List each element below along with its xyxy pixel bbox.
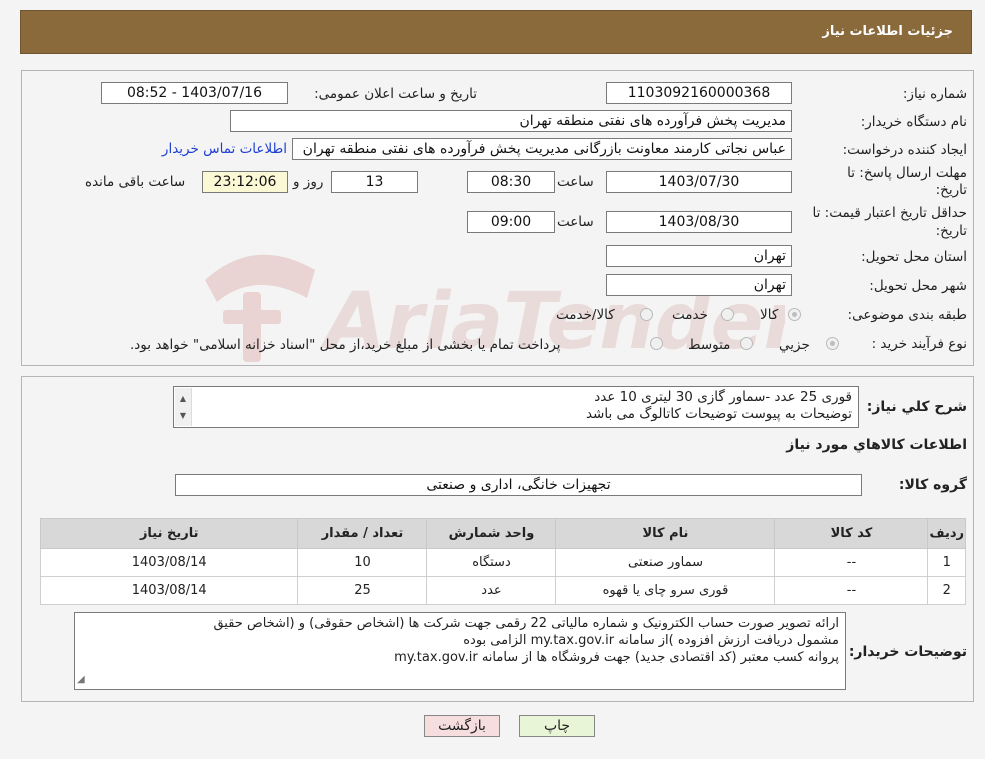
need-number-field[interactable]: 1103092160000368 [606,82,792,104]
summary-textarea[interactable]: قوری 25 عدد -سماور گازی 30 لیتری 10 عدد … [173,386,859,428]
deadline-time-field[interactable]: 08:30 [467,171,555,193]
cell-unit: عدد [426,576,557,605]
deadline-label-date: تاریخ: [935,182,967,198]
th-unit: واحد شمارش [426,518,557,549]
announce-datetime-field[interactable]: 1403/07/16 - 08:52 [101,82,288,104]
cell-item-name: سماور صنعتی [555,548,776,577]
treasury-payment-note: پرداخت تمام یا بخشی از مبلغ خرید،از محل … [130,337,561,353]
category-option-service: خدمت [672,307,708,323]
cell-item-code: -- [774,576,929,605]
days-label: روز و [293,174,324,190]
deadline-label: مهلت ارسال پاسخ: تا [847,165,967,181]
summary-label: شرح کلي نیاز: [866,399,967,415]
remaining-time-field[interactable]: 23:12:06 [202,171,288,193]
table-row[interactable]: 1 -- سماور صنعتی دستگاه 10 1403/08/14 [39,548,966,577]
remaining-time-label: ساعت باقی مانده [85,174,186,190]
th-item-name: نام کالا [555,518,776,549]
process-option-medium: متوسط [688,337,731,353]
print-button[interactable]: چاپ [519,715,595,737]
creator-label: ایجاد کننده درخواست: [842,142,967,158]
cell-quantity: 25 [297,576,428,605]
creator-field[interactable]: عباس نجاتی کارمند معاونت بازرگانی مدیریت… [292,138,792,160]
category-radio-service[interactable] [721,308,734,321]
page-title: جزئیات اطلاعات نیاز [822,24,953,39]
back-button[interactable]: بازگشت [424,715,500,737]
cell-row-no: 1 [927,548,966,577]
scroll-up-icon[interactable]: ▲ [175,390,191,407]
city-label: شهر محل تحویل: [869,278,967,294]
table-row[interactable]: 2 -- قوری سرو چای یا قهوه عدد 25 1403/08… [39,576,966,605]
page-header: جزئیات اطلاعات نیاز [20,10,972,54]
goods-group-label: گروه کالا: [898,477,967,493]
validity-time-label: ساعت [557,214,594,230]
category-radio-goods-service[interactable] [640,308,653,321]
buyer-notes-textarea[interactable]: ارائه تصویر صورت حساب الکترونیک و شماره … [74,612,846,690]
th-row-no: ردیف [927,518,966,549]
deadline-time-label: ساعت [557,174,594,190]
cell-need-date: 1403/08/14 [39,548,299,577]
province-field[interactable]: تهران [606,245,792,267]
process-option-minor: جزیي [779,337,810,353]
validity-label: حداقل تاریخ اعتبار قیمت: تا [812,205,967,221]
buyer-contact-link[interactable]: اطلاعات تماس خریدار [162,141,287,157]
process-radio-minor[interactable] [826,337,839,350]
cell-unit: دستگاه [426,548,557,577]
buyer-notes-label: توضیحات خریدار: [848,644,967,660]
validity-time-field[interactable]: 09:00 [467,211,555,233]
notes-line-2: مشمول دریافت ارزش افزوده )از سامانه my.t… [463,633,839,648]
category-label: طبقه بندی موضوعی: [847,307,967,323]
goods-info-title: اطلاعات کالاهاي مورد نیاز [786,437,967,453]
scroll-down-icon[interactable]: ▼ [175,407,191,424]
buyer-org-label: نام دستگاه خریدار: [860,114,967,130]
summary-line-2: توضیحات به پیوست توضیحات کاتالوگ می باشد [585,406,852,422]
notes-line-3: پروانه کسب معتبر (کد اقتصادی جدید) جهت ف… [394,650,839,665]
category-option-goods-service: کالا/خدمت [556,307,615,323]
cell-need-date: 1403/08/14 [39,576,299,605]
th-need-date: تاریخ نیاز [39,518,299,549]
buyer-org-field[interactable]: مدیریت پخش فرآورده های نفتی منطقه تهران [230,110,792,132]
cell-row-no: 2 [927,576,966,605]
th-item-code: کد کالا [774,518,929,549]
need-number-label: شماره نیاز: [902,86,967,102]
city-field[interactable]: تهران [606,274,792,296]
treasury-payment-checkbox[interactable] [650,337,663,350]
announce-label: تاریخ و ساعت اعلان عمومی: [314,86,477,102]
process-radio-medium[interactable] [740,337,753,350]
category-option-goods: کالا [760,307,779,323]
validity-label-date: تاریخ: [935,223,967,239]
table-header-row: ردیف کد کالا نام کالا واحد شمارش تعداد /… [39,518,966,549]
cell-item-code: -- [774,548,929,577]
cell-item-name: قوری سرو چای یا قهوه [555,576,776,605]
cell-quantity: 10 [297,548,428,577]
summary-scrollbar[interactable]: ▲ ▼ [175,388,192,426]
notes-line-1: ارائه تصویر صورت حساب الکترونیک و شماره … [213,616,839,631]
process-label: نوع فرآیند خرید : [871,336,967,352]
resize-grip-icon[interactable]: ◢ [77,671,85,688]
validity-date-field[interactable]: 1403/08/30 [606,211,792,233]
goods-group-field[interactable]: تجهیزات خانگی، اداری و صنعتی [175,474,862,496]
province-label: استان محل تحویل: [861,249,967,265]
days-remaining-field[interactable]: 13 [331,171,418,193]
category-radio-goods[interactable] [788,308,801,321]
goods-table: ردیف کد کالا نام کالا واحد شمارش تعداد /… [39,518,966,605]
deadline-date-field[interactable]: 1403/07/30 [606,171,792,193]
summary-line-1: قوری 25 عدد -سماور گازی 30 لیتری 10 عدد [594,389,852,405]
th-quantity: تعداد / مقدار [297,518,428,549]
